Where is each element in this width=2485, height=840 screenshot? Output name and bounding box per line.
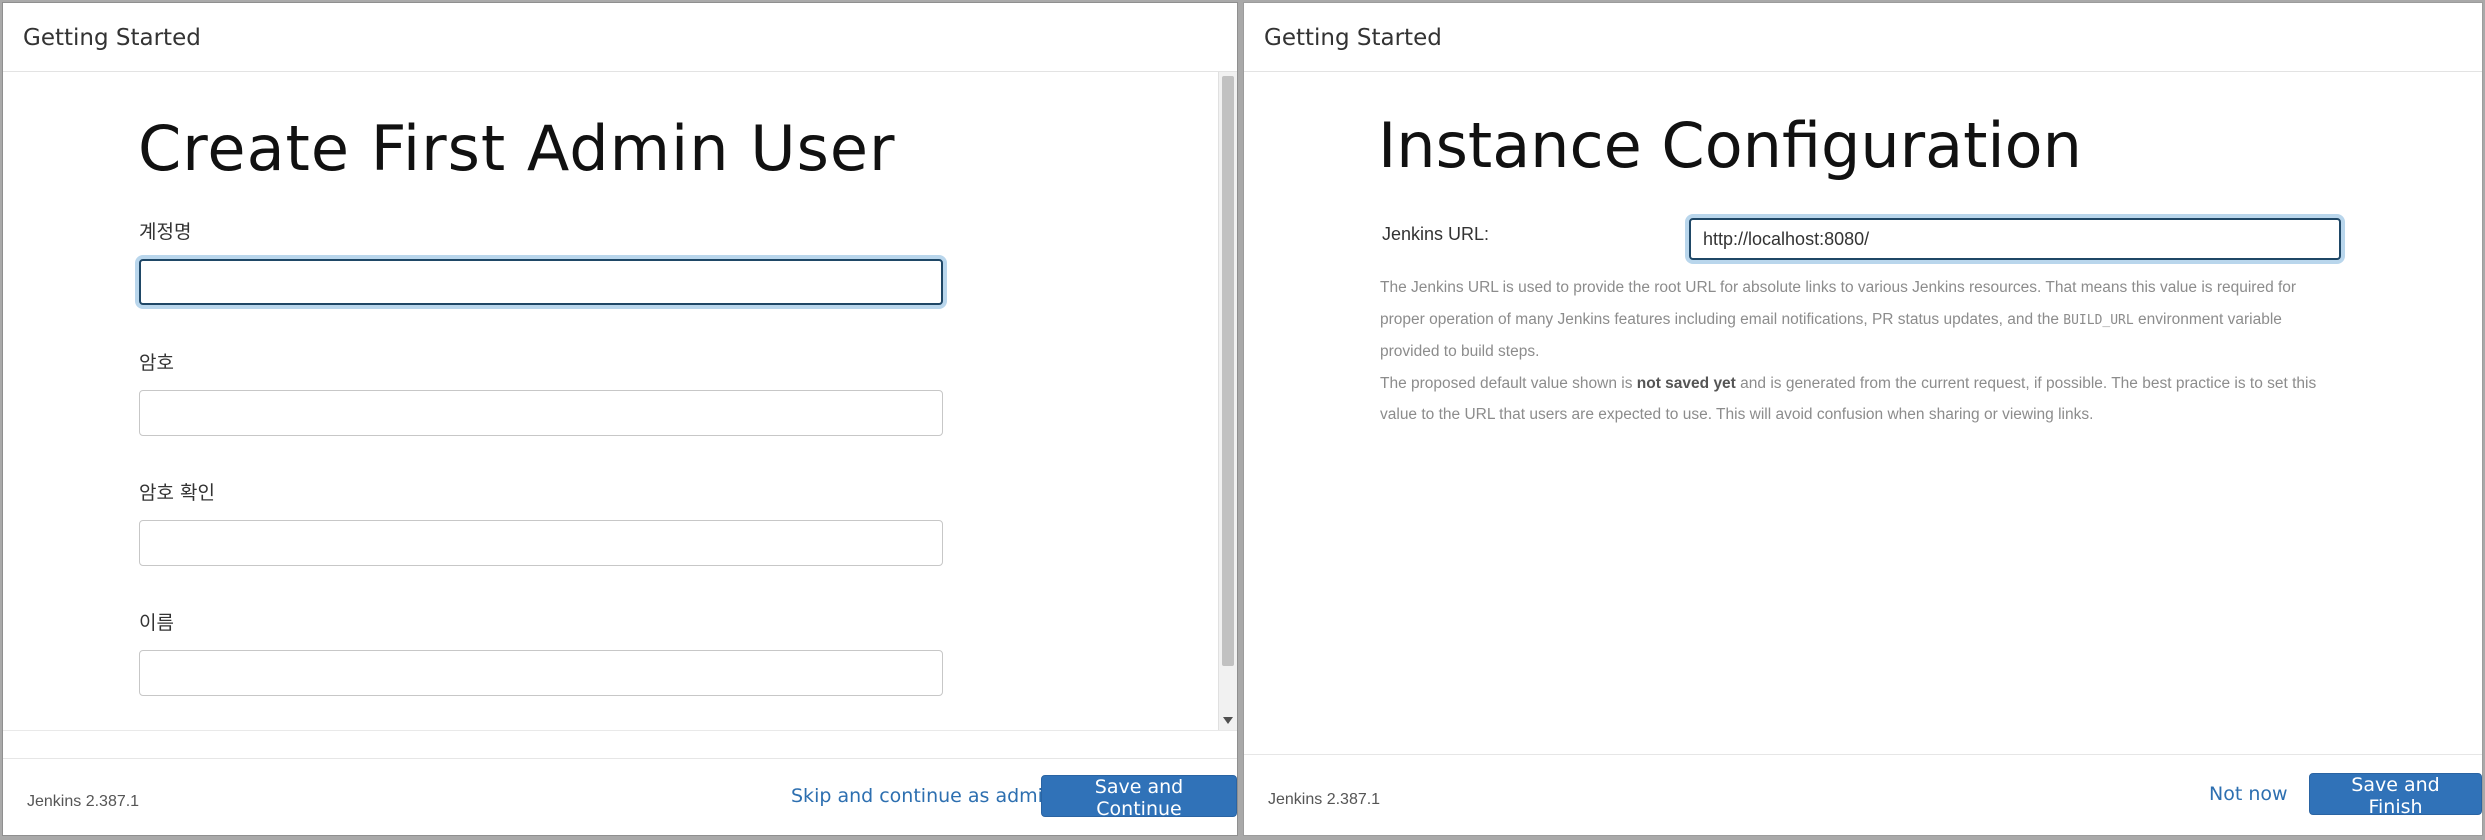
fullname-input[interactable]	[139, 650, 943, 696]
dialog-footer: Jenkins 2.387.1 Skip and continue as adm…	[3, 758, 1237, 835]
help-paragraph-1: The Jenkins URL is used to provide the r…	[1380, 279, 2297, 360]
create-admin-dialog: Getting Started Create First Admin User …	[2, 2, 1238, 836]
footer-divider	[3, 730, 1237, 731]
header-title: Getting Started	[23, 25, 201, 51]
page-title: Create First Admin User	[138, 112, 896, 185]
instance-configuration-dialog: Getting Started Instance Configuration J…	[1243, 2, 2483, 836]
fullname-label: 이름	[139, 612, 174, 634]
scroll-thumb[interactable]	[1222, 76, 1234, 666]
username-label: 계정명	[139, 221, 192, 243]
save-and-finish-button[interactable]: Save and Finish	[2309, 773, 2482, 818]
jenkins-url-label: Jenkins URL:	[1382, 224, 1490, 244]
header-title: Getting Started	[1264, 25, 1442, 51]
scroll-down-arrow-icon[interactable]	[1223, 717, 1233, 724]
dialog-footer: Jenkins 2.387.1 Not now Save and Finish	[1244, 754, 2482, 835]
username-input[interactable]	[139, 259, 943, 305]
skip-continue-as-admin-button[interactable]: Skip and continue as admin	[791, 785, 1055, 807]
jenkins-url-help: The Jenkins URL is used to provide the r…	[1380, 272, 2340, 431]
confirm-password-label: 암호 확인	[139, 482, 215, 504]
jenkins-version: Jenkins 2.387.1	[1268, 791, 1381, 808]
password-label: 암호	[139, 352, 174, 374]
dialog-content: Instance Configuration Jenkins URL: The …	[1244, 72, 2482, 725]
jenkins-url-input[interactable]	[1689, 218, 2341, 260]
content-scrollbar[interactable]	[1218, 72, 1237, 730]
dialog-content: Create First Admin User 계정명 암호 암호 확인 이름	[3, 72, 1219, 730]
page-title: Instance Configuration	[1378, 109, 2082, 182]
dialog-header: Getting Started	[1244, 3, 2482, 72]
dialog-header: Getting Started	[3, 3, 1237, 72]
help-paragraph-2: The proposed default value shown is not …	[1380, 374, 2317, 424]
password-input[interactable]	[139, 390, 943, 436]
save-and-continue-button[interactable]: Save and Continue	[1041, 775, 1237, 820]
jenkins-version: Jenkins 2.387.1	[27, 793, 140, 810]
not-now-button[interactable]: Not now	[2209, 783, 2288, 805]
confirm-password-input[interactable]	[139, 520, 943, 566]
